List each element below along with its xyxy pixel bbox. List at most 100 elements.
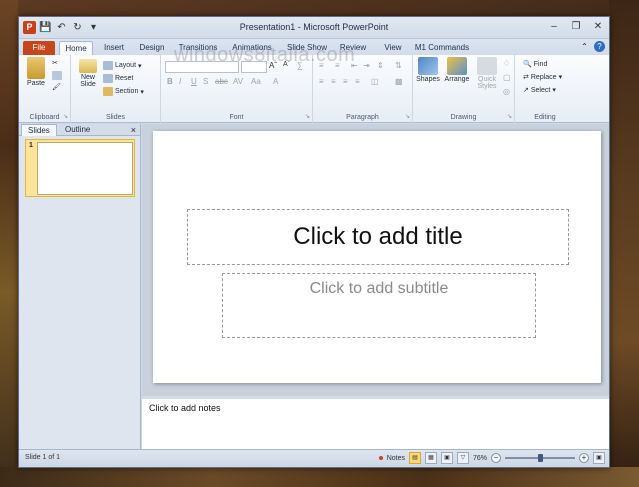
zoom-slider[interactable] — [505, 453, 575, 463]
quick-styles-button[interactable]: Quick Styles — [473, 57, 501, 90]
slide-show-view-icon[interactable]: ▽ — [456, 452, 469, 464]
restore-icon[interactable]: ❐ — [569, 20, 583, 34]
close-pane-icon[interactable]: × — [131, 124, 136, 136]
new-slide-label-2: Slide — [80, 81, 96, 88]
char-spacing-icon[interactable]: AV — [233, 77, 243, 86]
bold-icon[interactable]: B — [167, 77, 173, 86]
section-label: Section — [115, 88, 139, 95]
dropdown-arrow-icon: ▾ — [138, 62, 142, 70]
new-slide-label: New — [80, 74, 95, 81]
help-icon[interactable]: ? — [594, 41, 605, 52]
copy-icon — [52, 71, 62, 80]
zoom-in-icon[interactable]: + — [579, 453, 589, 463]
reset-button[interactable]: Reset — [103, 74, 133, 83]
font-color-icon[interactable]: A — [273, 77, 278, 86]
align-left-icon[interactable]: ≡ — [319, 77, 324, 86]
notes-pane[interactable]: Click to add notes — [142, 396, 609, 451]
replace-label: Replace — [530, 73, 557, 81]
paste-label: Paste — [27, 80, 45, 87]
section-button[interactable]: Section ▾ — [103, 87, 144, 96]
replace-button[interactable]: ⇄ Replace ▾ — [523, 73, 563, 82]
shadow-icon[interactable]: S — [203, 77, 208, 86]
clipboard-dialog-launcher-icon[interactable]: ↘ — [63, 113, 68, 120]
tab-home[interactable]: Home — [59, 41, 93, 55]
slide-number: 1 — [29, 142, 33, 149]
find-button[interactable]: 🔍 Find — [523, 60, 547, 69]
align-text-icon[interactable]: ▩ — [395, 77, 403, 86]
slide-canvas[interactable]: Click to add title Click to add subtitle — [153, 131, 601, 383]
layout-icon — [103, 61, 113, 70]
zoom-level[interactable]: 76% — [473, 455, 487, 462]
select-label: Select — [530, 86, 551, 94]
text-direction-icon[interactable]: ⇅ — [395, 61, 402, 70]
change-case-icon[interactable]: Aa — [251, 77, 261, 86]
powerpoint-window: P 💾 ↶ ↻ ▾ Presentation1 - Microsoft Powe… — [18, 16, 610, 468]
group-label-font: Font — [229, 114, 244, 121]
layout-button[interactable]: Layout ▾ — [103, 61, 142, 70]
paragraph-dialog-launcher-icon[interactable]: ↘ — [405, 113, 410, 120]
window-controls: – ❐ ✕ — [547, 20, 605, 34]
close-icon[interactable]: ✕ — [591, 20, 605, 34]
notes-button[interactable]: Notes — [387, 455, 405, 462]
pane-tabs: Slides Outline × — [19, 124, 140, 136]
tab-view[interactable]: View — [379, 41, 407, 55]
shape-effects-icon[interactable]: ◎ — [503, 87, 510, 96]
new-slide-button[interactable]: New Slide — [75, 59, 101, 88]
font-dialog-launcher-icon[interactable]: ↘ — [305, 113, 310, 120]
normal-view-icon[interactable]: ▤ — [408, 452, 421, 464]
select-icon: ↗ — [523, 87, 529, 94]
strikethrough-icon[interactable]: abc — [215, 77, 228, 86]
tab-design[interactable]: Design — [135, 41, 169, 55]
slide-sorter-view-icon[interactable]: ▦ — [424, 452, 437, 464]
align-center-icon[interactable]: ≡ — [331, 77, 336, 86]
notes-placeholder: Click to add notes — [149, 403, 221, 413]
zoom-out-icon[interactable]: − — [491, 453, 501, 463]
cut-icon: ✂ — [52, 60, 58, 67]
shapes-label: Shapes — [416, 76, 440, 83]
shape-outline-icon[interactable]: ▢ — [503, 73, 511, 82]
italic-icon[interactable]: I — [179, 77, 181, 86]
reading-view-icon[interactable]: ▣ — [440, 452, 453, 464]
tab-file[interactable]: File — [23, 41, 55, 55]
dropdown-arrow-icon: ▾ — [140, 88, 144, 96]
columns-icon[interactable]: ◫ — [371, 77, 379, 86]
replace-icon: ⇄ — [523, 74, 529, 81]
fit-slide-icon[interactable]: ▣ — [593, 452, 605, 464]
subtitle-placeholder[interactable]: Click to add subtitle — [222, 273, 536, 338]
cut-button[interactable]: ✂ — [52, 59, 58, 67]
title-placeholder[interactable]: Click to add title — [187, 209, 569, 265]
group-label-editing: Editing — [534, 114, 556, 121]
slide-thumbnail-selected[interactable]: 1 — [25, 139, 135, 197]
drawing-dialog-launcher-icon[interactable]: ↘ — [507, 113, 512, 120]
shape-fill-icon[interactable]: ♢ — [503, 59, 510, 68]
justify-icon[interactable]: ≡ — [355, 77, 360, 86]
group-editing: 🔍 Find ⇄ Replace ▾ ↗ Select ▾ Editing — [515, 55, 575, 123]
slides-outline-pane: Slides Outline × 1 — [19, 124, 141, 451]
layout-label: Layout — [115, 62, 137, 69]
arrange-icon — [447, 57, 467, 75]
quick-styles-label-2: Styles — [477, 83, 497, 90]
group-drawing: Shapes Arrange Quick Styles ♢ ▢ ◎ Drawin… — [413, 55, 515, 123]
reset-label: Reset — [115, 75, 134, 82]
tab-m1-commands[interactable]: M1 Commands — [413, 41, 471, 55]
copy-button[interactable] — [52, 71, 62, 80]
arrange-button[interactable]: Arrange — [443, 57, 471, 83]
group-label-paragraph: Paragraph — [346, 114, 379, 121]
dropdown-arrow-icon: ▾ — [558, 74, 563, 81]
group-slides: New Slide Layout ▾ Reset Section ▾ Slides — [71, 55, 161, 123]
format-painter-button[interactable]: 🖌 — [52, 83, 61, 91]
minimize-ribbon-icon[interactable]: ⌃ — [579, 41, 590, 52]
minimize-icon[interactable]: – — [547, 20, 561, 34]
align-right-icon[interactable]: ≡ — [343, 77, 348, 86]
increase-indent-icon[interactable]: ⇥ — [363, 61, 370, 70]
underline-icon[interactable]: U — [191, 77, 197, 86]
zoom-slider-thumb[interactable] — [538, 454, 543, 462]
tab-slides[interactable]: Slides — [21, 124, 57, 136]
paste-button[interactable]: Paste — [23, 57, 49, 87]
select-button[interactable]: ↗ Select ▾ — [523, 86, 556, 95]
tab-insert[interactable]: Insert — [99, 41, 129, 55]
tab-outline[interactable]: Outline — [59, 124, 96, 136]
shapes-button[interactable]: Shapes — [415, 57, 441, 83]
arrange-label: Arrange — [444, 76, 470, 83]
line-spacing-icon[interactable]: ⇕ — [377, 61, 384, 70]
